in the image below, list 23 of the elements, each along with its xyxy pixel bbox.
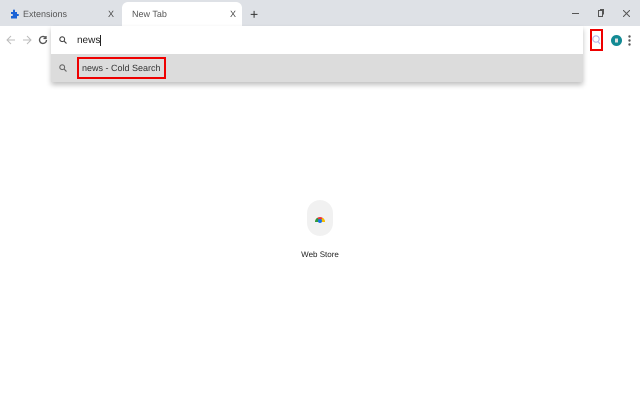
browser-tab[interactable]: New Tab X — [122, 2, 242, 26]
restore-icon[interactable] — [598, 9, 604, 17]
tab-title: Extensions — [23, 9, 68, 19]
close-icon[interactable] — [623, 10, 630, 16]
shortcut-label: Web Store — [301, 250, 339, 259]
browser-tab[interactable]: Extensions X — [0, 2, 120, 26]
close-tab-button[interactable]: X — [230, 9, 236, 19]
suggestion-row[interactable]: news - Cold Search — [51, 54, 583, 82]
search-icon — [592, 35, 601, 45]
tab-title: New Tab — [132, 9, 168, 19]
suggestion-text: news - Cold Search — [77, 57, 166, 79]
minimize-icon[interactable] — [572, 12, 579, 14]
reload-icon[interactable] — [38, 35, 48, 45]
puzzle-icon — [10, 9, 19, 19]
extension-button[interactable] — [590, 29, 603, 51]
avatar-icon[interactable] — [611, 34, 622, 46]
new-tab-button[interactable]: + — [244, 2, 264, 26]
search-icon — [59, 36, 67, 44]
close-tab-button[interactable]: X — [108, 9, 114, 19]
search-icon — [59, 64, 67, 72]
address-field[interactable]: news — [77, 34, 100, 46]
shortcut-tile[interactable] — [307, 200, 333, 236]
menu-icon[interactable] — [628, 34, 631, 46]
